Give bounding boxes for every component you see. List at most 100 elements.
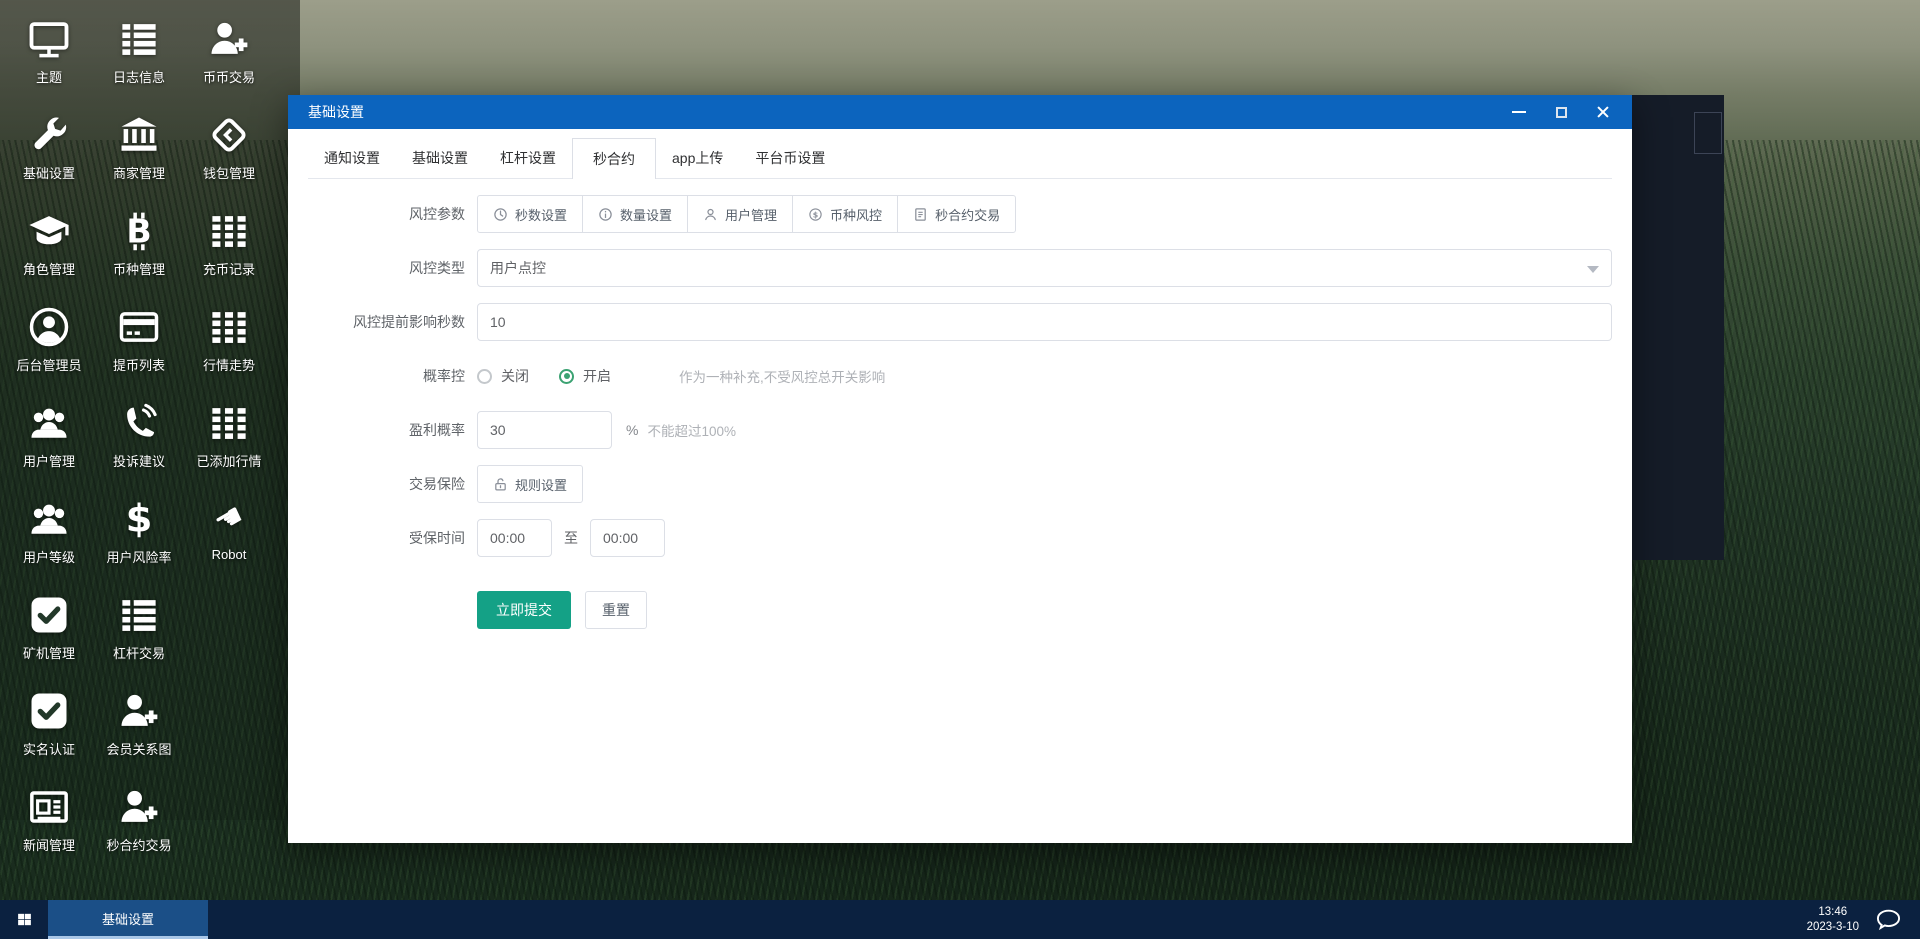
desktop-shortcut-label: 角色管理 — [22, 262, 75, 277]
desktop-shortcut-label: 新闻管理 — [22, 838, 75, 853]
tab-app-upload[interactable]: app上传 — [656, 138, 739, 178]
field-label: 交易保险 — [409, 476, 465, 492]
system-tray: 13:46 2023-3-10 — [1807, 900, 1920, 939]
advance-seconds-input[interactable] — [477, 303, 1612, 341]
desktop-shortcut-label: 投诉建议 — [112, 454, 165, 469]
probability-on-radio[interactable]: 开启 — [559, 366, 611, 386]
field-label: 概率控 — [423, 368, 465, 384]
desktop-shortcut[interactable]: 杠杆交易 — [94, 588, 184, 684]
submit-button[interactable]: 立即提交 — [477, 591, 571, 629]
desktop-shortcut[interactable]: 基础设置 — [4, 108, 94, 204]
maximize-icon — [1555, 106, 1567, 118]
desktop-shortcut[interactable]: 提币列表 — [94, 300, 184, 396]
desktop-shortcut[interactable]: 用户风险率 — [94, 492, 184, 588]
desktop-shortcut[interactable]: 行情走势 — [184, 300, 274, 396]
tab-second-contract[interactable]: 秒合约 — [572, 138, 656, 179]
field-label: 风控参数 — [409, 206, 465, 222]
taskbar-item-label: 基础设置 — [101, 911, 154, 927]
maximize-button[interactable] — [1540, 95, 1582, 129]
user-circle-icon — [28, 306, 70, 348]
insured-time-to-input[interactable] — [590, 519, 665, 557]
field-label: 盈利概率 — [409, 422, 465, 438]
user-plus-icon — [208, 18, 250, 60]
desktop-shortcut[interactable]: 充币记录 — [184, 204, 274, 300]
pointing-hand-icon — [208, 498, 250, 540]
desktop-shortcut[interactable]: Robot — [184, 492, 274, 588]
dollar-icon — [118, 498, 160, 540]
desktop-shortcut[interactable]: 已添加行情 — [184, 396, 274, 492]
minimize-icon — [1512, 111, 1526, 113]
desktop-shortcut[interactable]: 币种管理 — [94, 204, 184, 300]
taskbar-clock[interactable]: 13:46 2023-3-10 — [1807, 905, 1859, 935]
user-management-button[interactable]: 用户管理 — [687, 195, 794, 233]
desktop-shortcut-label: 后台管理员 — [16, 358, 82, 373]
desktop-shortcut-label: 钱包管理 — [202, 166, 255, 181]
minimize-button[interactable] — [1498, 95, 1540, 129]
second-contract-trade-button[interactable]: 秒合约交易 — [897, 195, 1017, 233]
probability-off-radio[interactable]: 关闭 — [477, 366, 529, 386]
coin-risk-button[interactable]: 币种风控 — [792, 195, 899, 233]
newspaper-icon — [28, 786, 70, 828]
tab-platform-coin-settings[interactable]: 平台币设置 — [739, 138, 841, 178]
desktop-shortcut-label: Robot — [211, 547, 247, 562]
desktop-shortcut[interactable]: 实名认证 — [4, 684, 94, 780]
window-title: 基础设置 — [308, 104, 364, 120]
risk-type-select[interactable]: 用户点控 — [477, 249, 1612, 287]
user-plus-icon — [118, 786, 160, 828]
user-plus-icon — [118, 690, 160, 732]
probability-hint: 作为一种补充,不受风控总开关影响 — [679, 370, 886, 385]
unlock-icon — [493, 477, 508, 492]
clock-icon — [493, 207, 508, 222]
users-icon — [28, 498, 70, 540]
start-button[interactable] — [0, 900, 48, 939]
check-square-icon — [28, 690, 70, 732]
chat-bubble-icon[interactable] — [1875, 906, 1902, 933]
quantity-settings-button[interactable]: 数量设置 — [582, 195, 689, 233]
background-window — [1632, 95, 1724, 560]
profit-hint: 不能超过100% — [647, 424, 736, 439]
monitor-icon — [28, 18, 70, 60]
tab-notification-settings[interactable]: 通知设置 — [308, 138, 396, 178]
insured-time-from-input[interactable] — [477, 519, 552, 557]
desktop-shortcut[interactable]: 角色管理 — [4, 204, 94, 300]
desktop-shortcut[interactable]: 日志信息 — [94, 12, 184, 108]
desktop-shortcut[interactable]: 商家管理 — [94, 108, 184, 204]
bitcoin-icon — [118, 210, 160, 252]
percent-suffix: % — [626, 422, 639, 438]
desktop-shortcut[interactable]: 矿机管理 — [4, 588, 94, 684]
desktop-shortcut[interactable]: 会员关系图 — [94, 684, 184, 780]
grid-icon — [208, 402, 250, 444]
desktop-shortcut[interactable]: 新闻管理 — [4, 780, 94, 876]
tab-leverage-settings[interactable]: 杠杆设置 — [484, 138, 572, 178]
desktop-shortcut[interactable]: 用户管理 — [4, 396, 94, 492]
desktop-shortcut-label: 基础设置 — [22, 166, 75, 181]
desktop-shortcut-label: 用户管理 — [22, 454, 75, 469]
reset-button[interactable]: 重置 — [585, 591, 647, 629]
rule-settings-button[interactable]: 规则设置 — [477, 465, 584, 503]
window-titlebar[interactable]: 基础设置 — [288, 95, 1632, 129]
desktop-shortcut[interactable]: 秒合约交易 — [94, 780, 184, 876]
desktop-shortcut[interactable]: 币币交易 — [184, 12, 274, 108]
field-label: 受保时间 — [409, 530, 465, 546]
desktop-shortcut-label: 商家管理 — [112, 166, 165, 181]
desktop-shortcut[interactable]: 投诉建议 — [94, 396, 184, 492]
wrench-icon — [28, 114, 70, 156]
profit-probability-input[interactable] — [477, 411, 612, 449]
desktop-shortcut-label: 充币记录 — [202, 262, 255, 277]
desktop-shortcut[interactable]: 用户等级 — [4, 492, 94, 588]
desktop-shortcut[interactable]: 主题 — [4, 12, 94, 108]
background-window-button — [1694, 112, 1722, 154]
desktop-shortcut-label: 秒合约交易 — [106, 838, 172, 853]
bank-icon — [118, 114, 160, 156]
desktop-shortcut[interactable]: 后台管理员 — [4, 300, 94, 396]
close-button[interactable] — [1582, 95, 1624, 129]
tab-basic-settings[interactable]: 基础设置 — [396, 138, 484, 178]
settings-tabs: 通知设置 基础设置 杠杆设置 秒合约 app上传 平台币设置 — [308, 138, 1612, 179]
desktop-shortcut-label: 会员关系图 — [106, 742, 172, 757]
desktop-shortcut[interactable]: 钱包管理 — [184, 108, 274, 204]
taskbar-item[interactable]: 基础设置 — [48, 900, 208, 939]
grid-icon — [208, 210, 250, 252]
grid-icon — [208, 306, 250, 348]
seconds-settings-button[interactable]: 秒数设置 — [477, 195, 584, 233]
log-list-icon — [118, 594, 160, 636]
